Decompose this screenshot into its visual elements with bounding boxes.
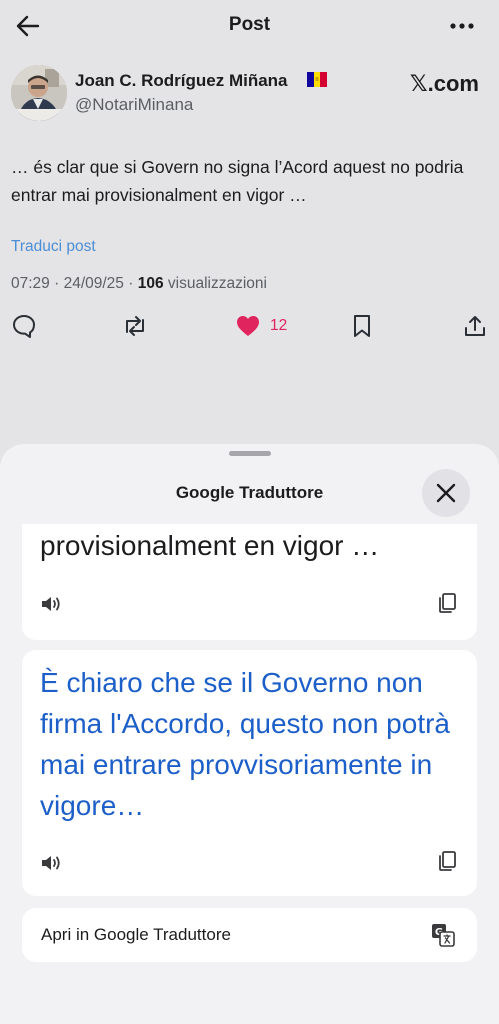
post-date: 24/09/25	[63, 275, 124, 292]
copy-translation-button[interactable]	[437, 850, 457, 872]
author-handle[interactable]: @NotariMinana	[75, 95, 193, 115]
reply-button[interactable]	[10, 312, 38, 340]
repost-button[interactable]	[121, 312, 149, 340]
copy-source-button[interactable]	[437, 592, 457, 614]
listen-translation-button[interactable]	[40, 853, 62, 873]
x-com-badge: 𝕏.com	[409, 71, 479, 96]
like-count: 12	[270, 317, 288, 334]
views-count: 106	[137, 275, 164, 292]
top-bar: Post	[0, 0, 499, 52]
post-text: … és clar que si Govern no signa l’Acord…	[11, 157, 464, 205]
comment-icon	[13, 315, 35, 338]
translate-post-link[interactable]: Traduci post	[11, 238, 96, 256]
source-text: provisionalment en vigor …	[40, 530, 380, 561]
avatar[interactable]	[11, 65, 67, 121]
speaker-icon	[42, 856, 60, 870]
andorra-flag	[307, 72, 327, 87]
translate-sheet: Google Traduttore provisionalment en vig…	[0, 444, 499, 1024]
open-in-google-translate-button[interactable]: Apri in Google Traduttore G	[22, 908, 477, 962]
sheet-grabber[interactable]	[229, 451, 271, 456]
post-actions: 12	[0, 312, 499, 340]
post-time: 07:29	[11, 275, 50, 292]
post-meta: 07:29 · 24/09/25 · 106 visualizzazioni	[11, 275, 267, 293]
repost-icon	[126, 316, 144, 336]
share-button[interactable]	[461, 312, 489, 340]
source-text-card: provisionalment en vigor …	[22, 524, 477, 640]
translated-text: È chiaro che se il Governo non firma l'A…	[40, 667, 451, 821]
close-button[interactable]	[422, 469, 470, 517]
copy-icon	[439, 593, 456, 613]
open-in-translate-label: Apri in Google Traduttore	[41, 925, 231, 944]
more-options-button[interactable]	[447, 14, 477, 38]
meta-separator: ·	[54, 275, 64, 292]
meta-separator: ·	[128, 275, 138, 292]
copy-icon	[439, 851, 456, 871]
google-translate-icon: G	[431, 923, 455, 947]
author-name[interactable]: Joan C. Rodríguez Miñana	[75, 71, 288, 91]
share-icon	[465, 316, 485, 336]
heart-icon	[237, 316, 259, 336]
more-horizontal-icon	[450, 23, 474, 29]
speaker-icon	[42, 597, 60, 611]
bookmark-button[interactable]	[348, 312, 376, 340]
listen-source-button[interactable]	[40, 594, 62, 614]
views-label: visualizzazioni	[167, 275, 267, 292]
translation-card: È chiaro che se il Governo non firma l'A…	[22, 650, 477, 896]
page-title: Post	[228, 14, 271, 35]
bookmark-icon	[354, 315, 370, 337]
like-button[interactable]	[234, 312, 262, 340]
close-icon	[436, 483, 456, 503]
